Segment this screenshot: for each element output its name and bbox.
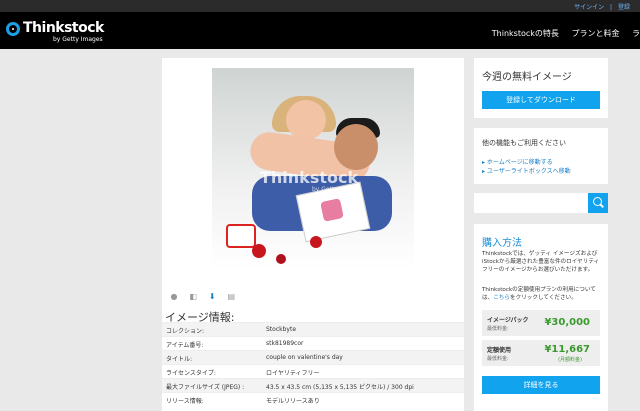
image-tools: ● ◧ ⬇ ▤: [170, 284, 241, 301]
image-pack-price: ¥30,000: [544, 317, 590, 328]
purchase-title: 購入方法: [482, 238, 522, 249]
purchase-text: Thinkstockでは、ゲッティ イメージズおよびiStockから厳選された豊…: [482, 251, 600, 273]
copy-icon[interactable]: ◧: [189, 293, 197, 301]
subscription-price: ¥11,667: [544, 344, 590, 355]
register-link[interactable]: 登録: [618, 4, 630, 11]
image-watermark-sub: by Getty Images: [312, 186, 362, 193]
nav-pricing[interactable]: プランと料金: [571, 29, 619, 38]
register-download-button[interactable]: 登録してダウンロード: [482, 91, 600, 109]
image-pack-sub: 最低料金:: [487, 326, 509, 332]
search-panel: [474, 193, 608, 213]
print-icon[interactable]: ▤: [227, 293, 236, 301]
download-icon[interactable]: ⬇: [208, 293, 216, 301]
table-row: ライセンスタイプ: ロイヤリティフリー: [162, 364, 464, 378]
subscription-sub: 最低料金:: [487, 356, 509, 362]
plan-here-link[interactable]: こちら: [493, 295, 510, 301]
purchase-panel: 購入方法 Thinkstockでは、ゲッティ イメージズおよびiStockから厳…: [474, 224, 608, 411]
purchase-plan-text: Thinkstockの定額使用プランの利用については、こちらをクリックしてくださ…: [482, 287, 596, 301]
thinkstock-logo[interactable]: Thinkstock by Getty Images: [6, 20, 126, 46]
main-nav: Thinkstockの特長 プランと料金 ラ: [482, 28, 640, 39]
image-info-table: コレクション: Stockbyte アイテム番号: stk81989cor タイ…: [162, 322, 464, 406]
table-row: コレクション: Stockbyte: [162, 322, 464, 336]
weekly-free-title: 今週の無料イメージ: [482, 72, 572, 83]
other-features-title: 他の機能もご利用ください: [482, 139, 566, 147]
logo-sub: by Getty Images: [53, 36, 103, 43]
weekly-free-panel: 今週の無料イメージ 登録してダウンロード: [474, 58, 608, 118]
image-watermark: Thinkstock: [260, 168, 359, 187]
site-header: Thinkstock by Getty Images Thinkstockの特長…: [0, 12, 640, 49]
homepage-link[interactable]: ▸ ホームページに移動する: [482, 157, 553, 166]
table-row: リリース情報: モデルリリースあり: [162, 392, 464, 406]
image-detail-panel: Thinkstock by Getty Images ● ◧ ⬇ ▤ イメージ情…: [162, 58, 464, 411]
top-links: サインイン | 登録: [570, 2, 630, 11]
search-button[interactable]: [588, 193, 608, 213]
table-row: タイトル: couple on valentine's day: [162, 350, 464, 364]
table-row: アイテム番号: stk81989cor: [162, 336, 464, 350]
nav-features[interactable]: Thinkstockの特長: [492, 29, 559, 38]
other-features-panel: 他の機能もご利用ください ▸ ホームページに移動する ▸ ユーザーライトボックス…: [474, 128, 608, 184]
lightbulb-icon[interactable]: ●: [170, 293, 178, 301]
signin-link[interactable]: サインイン: [574, 4, 604, 11]
table-row: 最大ファイルサイズ (JPEG) : 43.5 x 43.5 cm (5,135…: [162, 378, 464, 392]
subscription-price-sub: (月額料金): [558, 357, 582, 363]
link-separator: |: [610, 4, 613, 11]
preview-image[interactable]: Thinkstock by Getty Images: [212, 68, 414, 269]
subscription-box[interactable]: 定額使用 最低料金: ¥11,667 (月額料金): [482, 340, 600, 366]
image-pack-box[interactable]: イメージパック 最低料金: ¥30,000: [482, 310, 600, 336]
image-pack-label: イメージパック: [487, 317, 529, 324]
details-button[interactable]: 詳細を見る: [482, 376, 600, 394]
logo-brand: Thinkstock: [23, 20, 104, 36]
nav-more[interactable]: ラ: [632, 29, 640, 38]
search-input[interactable]: [474, 193, 587, 213]
top-bar: サインイン | 登録: [0, 0, 640, 12]
subscription-label: 定額使用: [487, 347, 512, 354]
lightbox-link[interactable]: ▸ ユーザーライトボックスへ移動: [482, 166, 571, 175]
logo-icon: [6, 22, 20, 36]
